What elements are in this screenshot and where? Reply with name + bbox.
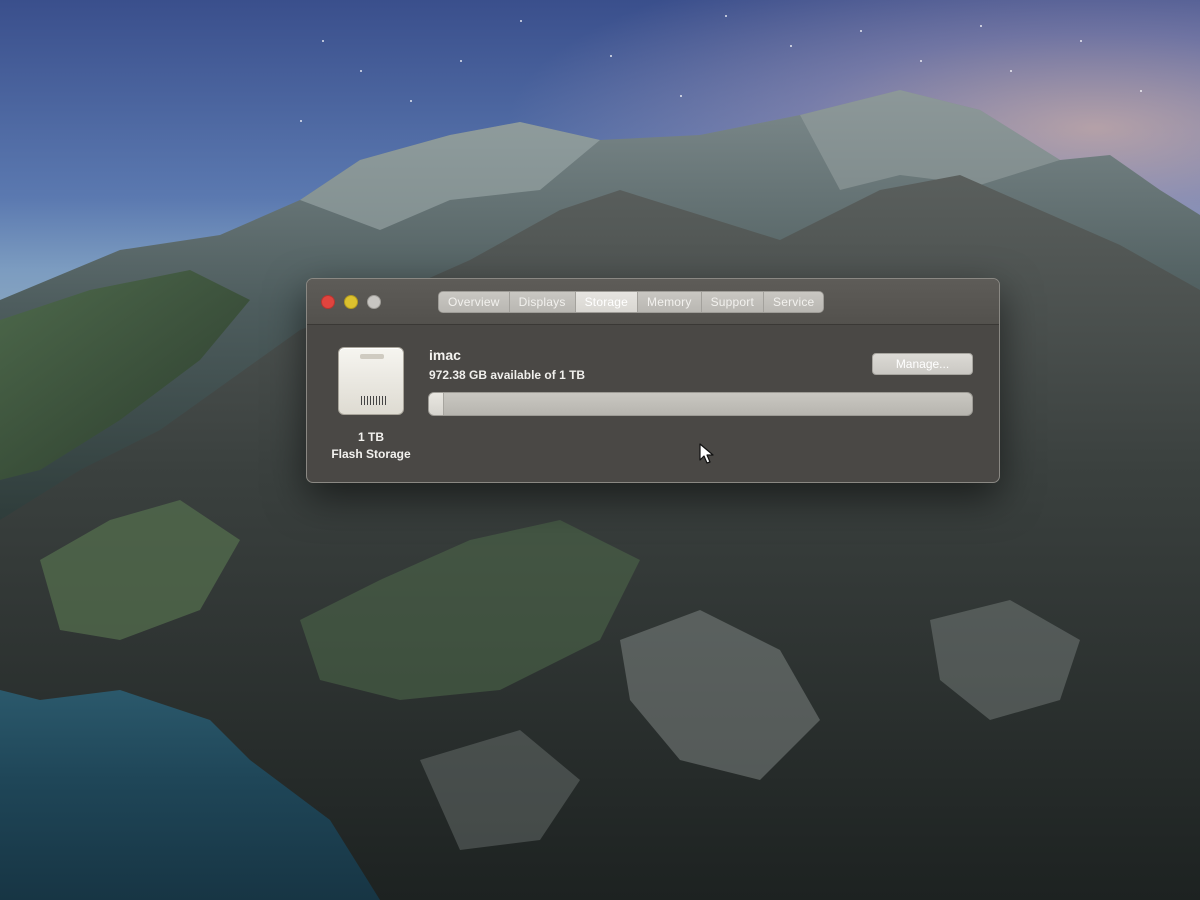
manage-button[interactable]: Manage... [872, 353, 973, 375]
tab-bar: Overview Displays Storage Memory Support… [438, 291, 825, 313]
minimize-icon[interactable] [344, 295, 358, 309]
close-icon[interactable] [321, 295, 335, 309]
storage-usage-bar [428, 392, 973, 416]
window-titlebar[interactable]: Overview Displays Storage Memory Support… [307, 279, 999, 325]
drive-notch [360, 354, 384, 359]
drive-capacity-label: 1 TB [357, 430, 384, 444]
drive-name: imac [429, 347, 461, 363]
zoom-icon[interactable] [367, 295, 381, 309]
storage-usage-fill [429, 393, 445, 415]
tab-storage[interactable]: Storage [575, 292, 639, 312]
drive-availability: 972.38 GB available of 1 TB [429, 368, 586, 382]
tab-displays[interactable]: Displays [509, 292, 576, 312]
drive-caption: 1 TB Flash Storage [317, 429, 425, 463]
storage-panel: 1 TB Flash Storage imac 972.38 GB availa… [307, 325, 999, 482]
flash-drive-icon [338, 347, 404, 415]
tab-service[interactable]: Service [764, 292, 824, 312]
drive-barcode [361, 396, 387, 405]
tab-memory[interactable]: Memory [638, 292, 702, 312]
tab-overview[interactable]: Overview [439, 292, 510, 312]
desktop-wallpaper: Overview Displays Storage Memory Support… [0, 0, 1200, 900]
mouse-pointer-icon [699, 443, 714, 464]
about-this-mac-window: Overview Displays Storage Memory Support… [306, 278, 1000, 483]
tab-support[interactable]: Support [701, 292, 764, 312]
drive-type-label: Flash Storage [331, 447, 411, 461]
